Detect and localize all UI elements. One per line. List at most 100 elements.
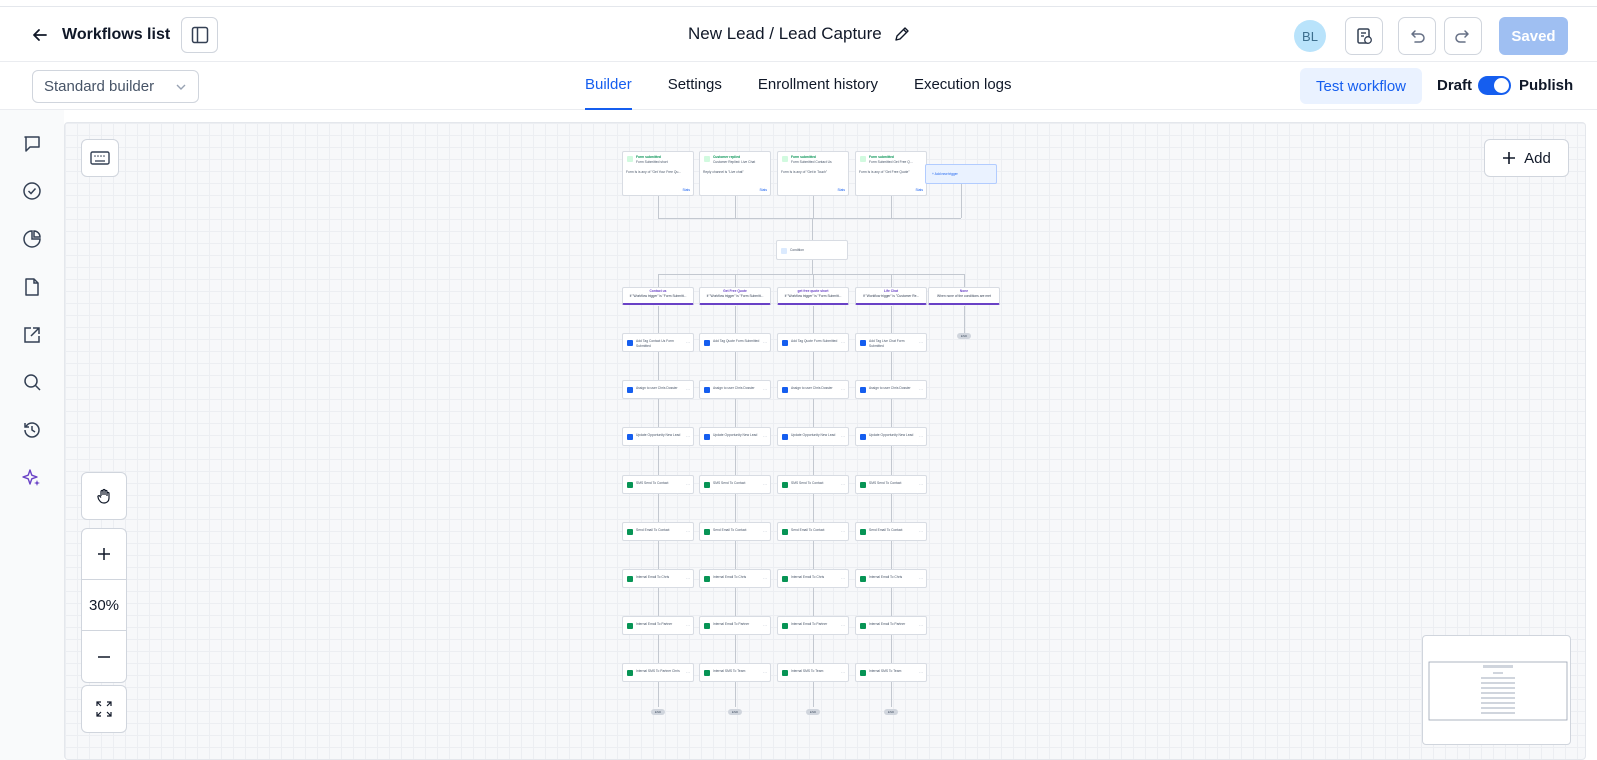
- branch-node[interactable]: Life Chat If "Workflow trigger" is "Custo…: [855, 287, 927, 305]
- more-icon[interactable]: ···: [841, 529, 845, 534]
- action-node[interactable]: Internal SMS To Team ···: [855, 663, 927, 682]
- tab-enrollment-history[interactable]: Enrollment history: [758, 62, 878, 110]
- avatar[interactable]: BL: [1294, 20, 1326, 52]
- back-to-workflows-link[interactable]: Workflows list: [30, 25, 170, 45]
- builder-mode-select[interactable]: Standard builder: [32, 70, 199, 103]
- trigger-node[interactable]: Customer replied Customer Replied: Live C…: [699, 151, 771, 196]
- action-node[interactable]: Internal Email To Partner ···: [855, 616, 927, 635]
- action-node[interactable]: Internal Email To Partner ···: [699, 616, 771, 635]
- branch-node[interactable]: None When none of the conditions are met: [928, 287, 1000, 305]
- action-node[interactable]: Send Email To Contact ···: [622, 522, 694, 541]
- more-icon[interactable]: ···: [841, 434, 845, 439]
- more-icon[interactable]: ···: [919, 670, 923, 675]
- more-icon[interactable]: ···: [686, 670, 690, 675]
- zoom-out-button[interactable]: [82, 631, 126, 682]
- add-trigger-node[interactable]: + Add new trigger: [925, 164, 997, 184]
- sidebar-toggle-button[interactable]: [181, 17, 218, 53]
- action-node[interactable]: Internal Email To Chris ···: [699, 569, 771, 588]
- tab-builder[interactable]: Builder: [585, 62, 632, 110]
- action-node[interactable]: Update Opportunity New Lead ···: [855, 427, 927, 446]
- more-icon[interactable]: ···: [919, 576, 923, 581]
- action-node[interactable]: Internal SMS To Partner Chris ···: [622, 663, 694, 682]
- trigger-node[interactable]: Form submitted Form Submitted Contact Us F…: [777, 151, 849, 196]
- keyboard-shortcuts-button[interactable]: [81, 139, 119, 177]
- history-icon[interactable]: [20, 418, 44, 442]
- action-node[interactable]: Assign to user Chris Dossier ···: [855, 380, 927, 399]
- action-node[interactable]: Internal Email To Partner ···: [622, 616, 694, 635]
- more-icon[interactable]: ···: [919, 529, 923, 534]
- action-node[interactable]: Add Tag Live Chat Form Submitted ···: [855, 333, 927, 352]
- more-icon[interactable]: ···: [686, 576, 690, 581]
- more-icon[interactable]: ···: [919, 387, 923, 392]
- more-icon[interactable]: ···: [919, 340, 923, 345]
- action-node[interactable]: Assign to user Chris Dossier ···: [622, 380, 694, 399]
- action-node[interactable]: SMS Send To Contact ···: [699, 475, 771, 494]
- tab-settings[interactable]: Settings: [668, 62, 722, 110]
- more-icon[interactable]: ···: [919, 623, 923, 628]
- branch-node[interactable]: Get Free Quote If "Workflow trigger" is "…: [699, 287, 771, 305]
- canvas-minimap[interactable]: [1422, 635, 1571, 745]
- chat-icon[interactable]: [20, 132, 44, 156]
- publish-toggle[interactable]: [1478, 76, 1511, 95]
- condition-node[interactable]: Condition: [776, 240, 848, 260]
- more-icon[interactable]: ···: [763, 670, 767, 675]
- more-icon[interactable]: ···: [686, 340, 690, 345]
- trigger-node[interactable]: Form submitted Form Submitted short Form I…: [622, 151, 694, 196]
- more-icon[interactable]: ···: [841, 482, 845, 487]
- action-node[interactable]: Internal Email To Chris ···: [777, 569, 849, 588]
- action-node[interactable]: Update Opportunity New Lead ···: [777, 427, 849, 446]
- more-icon[interactable]: ···: [763, 434, 767, 439]
- more-icon[interactable]: ···: [763, 576, 767, 581]
- more-icon[interactable]: ···: [763, 529, 767, 534]
- pie-chart-icon[interactable]: [20, 227, 44, 251]
- workflow-canvas[interactable]: Add 30% Form submitted Form Submitted sh…: [64, 122, 1586, 760]
- branch-node[interactable]: get free quote short If "Workflow trigger…: [777, 287, 849, 305]
- action-node[interactable]: SMS Send To Contact ···: [622, 475, 694, 494]
- more-icon[interactable]: ···: [841, 340, 845, 345]
- action-node[interactable]: SMS Send To Contact ···: [777, 475, 849, 494]
- action-node[interactable]: Internal SMS To Team ···: [699, 663, 771, 682]
- more-icon[interactable]: ···: [841, 387, 845, 392]
- more-icon[interactable]: ···: [763, 340, 767, 345]
- more-icon[interactable]: ···: [686, 434, 690, 439]
- fit-view-button[interactable]: [82, 686, 126, 732]
- more-icon[interactable]: ···: [841, 623, 845, 628]
- more-icon[interactable]: ···: [686, 387, 690, 392]
- more-icon[interactable]: ···: [763, 387, 767, 392]
- more-icon[interactable]: ···: [841, 576, 845, 581]
- more-icon[interactable]: ···: [841, 670, 845, 675]
- redo-button[interactable]: [1444, 17, 1482, 55]
- action-node[interactable]: Internal Email To Chris ···: [855, 569, 927, 588]
- more-icon[interactable]: ···: [686, 529, 690, 534]
- trigger-node[interactable]: Form submitted Form Submitted Get Free Q.…: [855, 151, 927, 196]
- test-workflow-button[interactable]: Test workflow: [1300, 68, 1422, 104]
- action-node[interactable]: Assign to user Chris Dossier ···: [777, 380, 849, 399]
- action-node[interactable]: Internal Email To Partner ···: [777, 616, 849, 635]
- saved-button[interactable]: Saved: [1499, 17, 1568, 55]
- undo-button[interactable]: [1398, 17, 1436, 55]
- check-circle-icon[interactable]: [20, 179, 44, 203]
- more-icon[interactable]: ···: [919, 482, 923, 487]
- action-node[interactable]: Send Email To Contact ···: [699, 522, 771, 541]
- search-icon[interactable]: [20, 370, 44, 394]
- action-node[interactable]: Update Opportunity New Lead ···: [622, 427, 694, 446]
- action-node[interactable]: Add Tag Quote Form Submitted ···: [699, 333, 771, 352]
- hand-tool-button[interactable]: [82, 473, 126, 519]
- action-node[interactable]: Internal Email To Chris ···: [622, 569, 694, 588]
- branch-node[interactable]: Contact us If "Workflow trigger" is "Form…: [622, 287, 694, 305]
- pencil-icon[interactable]: [894, 26, 910, 42]
- versions-button[interactable]: [1345, 17, 1383, 55]
- external-link-icon[interactable]: [20, 323, 44, 347]
- action-node[interactable]: Update Opportunity New Lead ···: [699, 427, 771, 446]
- more-icon[interactable]: ···: [763, 623, 767, 628]
- action-node[interactable]: Assign to user Chris Dossier ···: [699, 380, 771, 399]
- more-icon[interactable]: ···: [686, 482, 690, 487]
- sparkle-icon[interactable]: [20, 466, 44, 490]
- more-icon[interactable]: ···: [763, 482, 767, 487]
- action-node[interactable]: Send Email To Contact ···: [777, 522, 849, 541]
- action-node[interactable]: SMS Send To Contact ···: [855, 475, 927, 494]
- action-node[interactable]: Add Tag Contact Us Form Submitted ···: [622, 333, 694, 352]
- action-node[interactable]: Add Tag Quote Form Submitted ···: [777, 333, 849, 352]
- action-node[interactable]: Internal SMS To Team ···: [777, 663, 849, 682]
- action-node[interactable]: Send Email To Contact ···: [855, 522, 927, 541]
